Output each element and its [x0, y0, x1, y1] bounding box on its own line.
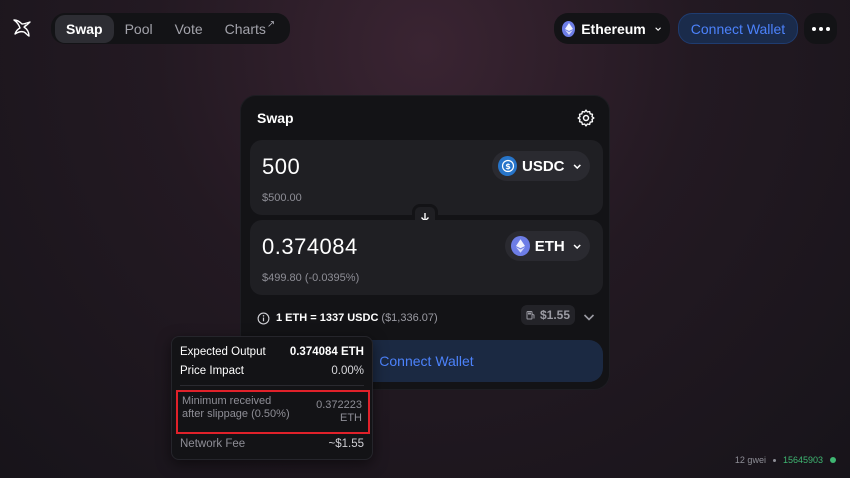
nav-tab-swap[interactable]: Swap: [55, 14, 114, 43]
external-link-icon: ↗: [266, 18, 276, 30]
dot-icon: [818, 26, 823, 31]
minimum-received-label: Minimum received after slippage (0.50%): [182, 395, 290, 420]
more-options-button[interactable]: [804, 13, 837, 44]
input-token-symbol: USDC: [522, 157, 565, 175]
swap-details-tooltip: Expected Output 0.374084 ETH Price Impac…: [171, 336, 373, 460]
exchange-rate-usd: ($1,336.07): [381, 312, 438, 324]
input-amount[interactable]: 500: [262, 154, 300, 180]
gas-pump-icon: [526, 311, 535, 320]
chevron-down-icon[interactable]: [582, 310, 596, 324]
nav-tab-label: Swap: [66, 20, 103, 37]
chain-selector-button[interactable]: Ethereum: [554, 13, 670, 44]
nav-tab-label: Pool: [124, 20, 153, 37]
input-usd-value: $500.00: [262, 192, 302, 204]
output-panel[interactable]: 0.374084 $499.80 (-0.0395%) ETH: [250, 220, 603, 295]
nav-tab-pool[interactable]: Pool: [114, 15, 164, 43]
output-amount[interactable]: 0.374084: [262, 234, 358, 260]
output-token-symbol: ETH: [534, 237, 565, 255]
price-impact-label: Price Impact: [180, 365, 244, 377]
ethereum-icon: [562, 20, 576, 37]
network-fee-label: Network Fee: [180, 438, 246, 450]
output-token-selector[interactable]: ETH: [505, 231, 590, 261]
exchange-rate: 1 ETH = 1337 USDC: [276, 312, 379, 324]
nav-tab-charts[interactable]: Charts ↗: [214, 15, 287, 43]
block-number[interactable]: 15645903: [783, 455, 823, 465]
output-usd-value: $499.80 (-0.0395%): [262, 272, 360, 284]
swap-title: Swap: [257, 110, 294, 126]
main-nav: Swap Pool Vote Charts ↗: [51, 13, 291, 44]
tooltip-divider: [180, 385, 364, 386]
info-icon[interactable]: [257, 312, 270, 325]
chain-name: Ethereum: [581, 20, 646, 37]
separator-dot: [772, 458, 776, 462]
expected-output-label: Expected Output: [180, 346, 266, 358]
gas-price: 12 gwei: [734, 455, 766, 465]
expected-output-value: 0.374084 ETH: [289, 346, 364, 358]
price-impact-row: Price Impact 0.00%: [180, 365, 364, 377]
minimum-received-value: 0.372223 ETH: [316, 399, 362, 424]
dot-icon: [811, 26, 816, 31]
gas-fee-value: $1.55: [539, 308, 571, 322]
rate-row[interactable]: 1 ETH = 1337 USDC ($1,336.07) $1.55: [257, 305, 597, 328]
expected-output-row: Expected Output 0.374084 ETH: [180, 346, 364, 358]
network-fee-row: Network Fee ~$1.55: [180, 438, 364, 450]
uniswap-logo-icon[interactable]: [10, 16, 34, 40]
chevron-down-icon: [573, 163, 581, 169]
nav-tab-label: Vote: [174, 20, 203, 37]
price-impact-value: 0.00%: [331, 365, 364, 377]
nav-tab-vote[interactable]: Vote: [164, 15, 214, 43]
live-status-icon: [830, 457, 836, 463]
chevron-down-icon: [573, 243, 581, 249]
usdc-icon: $: [498, 156, 518, 176]
svg-text:$: $: [505, 162, 511, 171]
network-fee-value: ~$1.55: [328, 438, 365, 450]
minimum-received-highlight: Minimum received after slippage (0.50%) …: [176, 390, 370, 434]
ethereum-icon: [511, 236, 530, 256]
gear-icon[interactable]: [576, 108, 596, 128]
dot-icon: [825, 26, 830, 31]
chevron-down-icon: [655, 26, 661, 31]
network-status: 12 gwei 15645903: [735, 455, 836, 465]
connect-wallet-button[interactable]: Connect Wallet: [678, 13, 798, 44]
gas-fee-chip: $1.55: [521, 305, 575, 325]
nav-tab-label: Charts: [224, 20, 266, 37]
input-token-selector[interactable]: $ USDC: [492, 151, 590, 181]
